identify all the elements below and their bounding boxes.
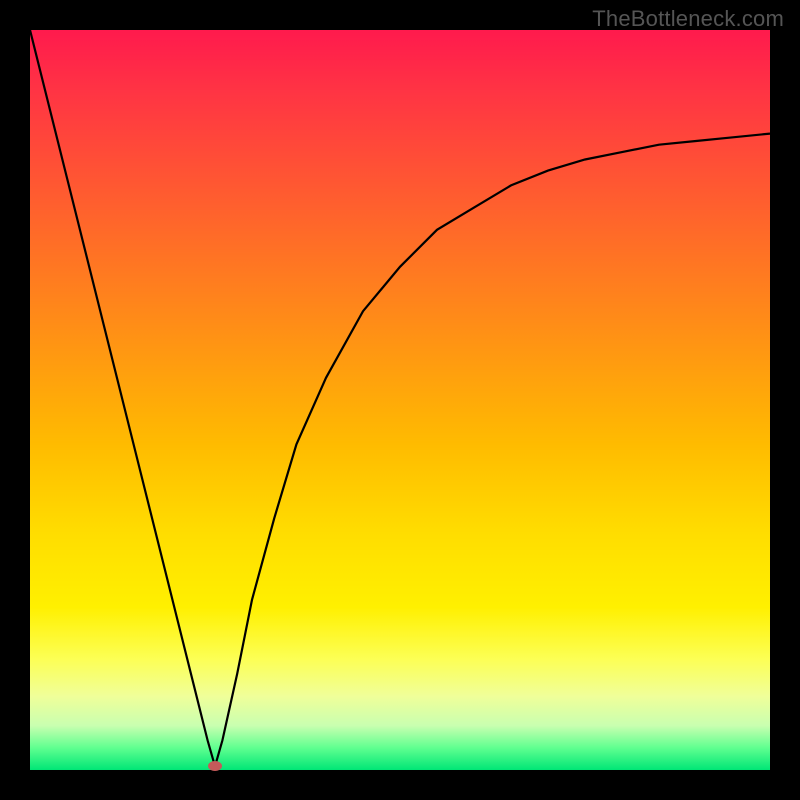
watermark-text: TheBottleneck.com: [592, 6, 784, 32]
curve-line: [30, 30, 770, 766]
bottleneck-curve: [30, 30, 770, 770]
